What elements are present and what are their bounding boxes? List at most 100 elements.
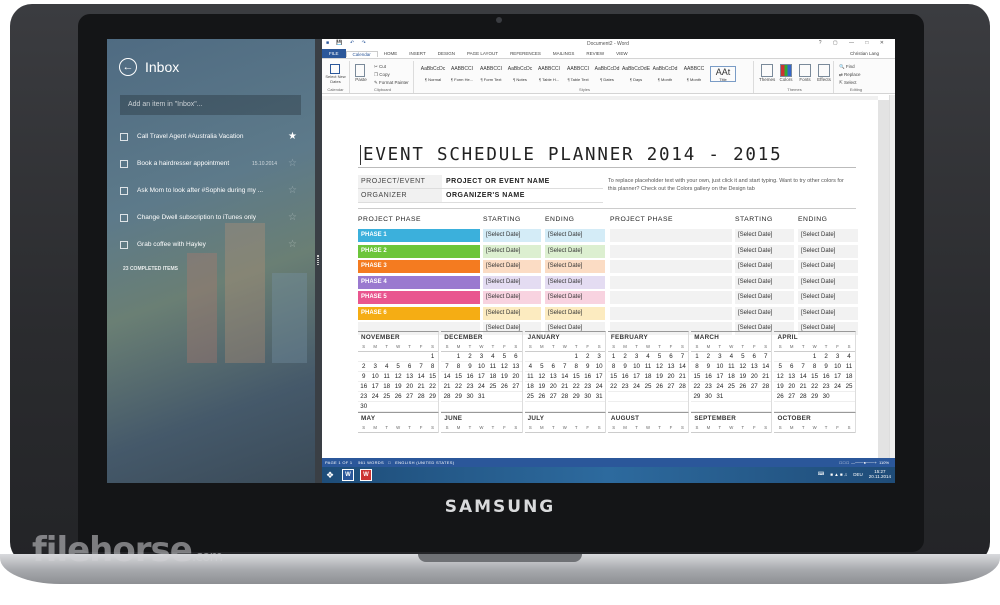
- phase-name[interactable]: PHASE 1: [358, 229, 480, 243]
- day-cell[interactable]: 12: [774, 372, 785, 381]
- list-item[interactable]: Ask Mom to look after #Sophie during my …: [120, 177, 301, 204]
- style-item[interactable]: AaBbCcDd ¶ Dates: [594, 66, 620, 82]
- day-cell[interactable]: 21: [760, 372, 771, 381]
- end-date-field[interactable]: [Select Date]: [798, 244, 858, 258]
- wunderlist-taskbar-icon[interactable]: W: [360, 469, 372, 481]
- style-item[interactable]: AABBCC ¶ Month: [681, 66, 707, 82]
- day-cell[interactable]: 26: [774, 392, 785, 401]
- day-cell[interactable]: 30: [464, 392, 475, 401]
- day-cell[interactable]: 8: [570, 362, 581, 371]
- day-cell[interactable]: [392, 402, 403, 411]
- day-cell[interactable]: 27: [404, 392, 415, 401]
- day-cell[interactable]: 13: [548, 372, 559, 381]
- day-cell[interactable]: [631, 402, 642, 411]
- word-count[interactable]: 561 WORDS: [358, 460, 384, 465]
- day-cell[interactable]: [642, 402, 653, 411]
- day-cell[interactable]: 17: [593, 372, 604, 381]
- day-cell[interactable]: 28: [441, 392, 452, 401]
- day-cell[interactable]: 24: [369, 392, 380, 401]
- day-cell[interactable]: [619, 392, 630, 401]
- day-cell[interactable]: [593, 402, 604, 411]
- day-cell[interactable]: 1: [570, 352, 581, 361]
- day-cell[interactable]: [487, 402, 498, 411]
- day-cell[interactable]: 26: [499, 382, 510, 391]
- day-cell[interactable]: 25: [525, 392, 536, 401]
- day-cell[interactable]: 25: [726, 382, 737, 391]
- tab-review[interactable]: REVIEW: [580, 51, 610, 56]
- day-cell[interactable]: 14: [797, 372, 808, 381]
- day-cell[interactable]: 31: [593, 392, 604, 401]
- day-cell[interactable]: [369, 402, 380, 411]
- end-date-field[interactable]: [Select Date]: [545, 229, 605, 243]
- day-cell[interactable]: [464, 402, 475, 411]
- day-cell[interactable]: 4: [642, 352, 653, 361]
- day-cell[interactable]: 20: [548, 382, 559, 391]
- day-cell[interactable]: 6: [510, 352, 521, 361]
- day-cell[interactable]: 29: [453, 392, 464, 401]
- day-cell[interactable]: [737, 402, 748, 411]
- day-cell[interactable]: [453, 402, 464, 411]
- day-cell[interactable]: 1: [809, 352, 820, 361]
- copy-button[interactable]: ❐ Copy: [374, 71, 409, 79]
- day-cell[interactable]: 14: [441, 372, 452, 381]
- end-date-field[interactable]: [Select Date]: [798, 291, 858, 305]
- day-cell[interactable]: 4: [381, 362, 392, 371]
- day-cell[interactable]: [820, 402, 831, 411]
- day-cell[interactable]: 5: [499, 352, 510, 361]
- day-cell[interactable]: 7: [415, 362, 426, 371]
- day-cell[interactable]: 23: [619, 382, 630, 391]
- day-cell[interactable]: 28: [760, 382, 771, 391]
- day-cell[interactable]: 23: [582, 382, 593, 391]
- themes-button-themes[interactable]: Themes: [759, 64, 775, 82]
- day-cell[interactable]: 22: [809, 382, 820, 391]
- phase-name[interactable]: PHASE 2: [358, 244, 480, 258]
- star-icon[interactable]: ☆: [288, 185, 297, 196]
- checkbox[interactable]: [120, 186, 128, 195]
- end-date-field[interactable]: [Select Date]: [545, 306, 605, 320]
- day-cell[interactable]: 13: [749, 362, 760, 371]
- day-cell[interactable]: [832, 392, 843, 401]
- keyboard-icon[interactable]: ⌨: [818, 471, 825, 477]
- day-cell[interactable]: 7: [797, 362, 808, 371]
- day-cell[interactable]: 17: [369, 382, 380, 391]
- day-cell[interactable]: 8: [453, 362, 464, 371]
- day-cell[interactable]: 25: [642, 382, 653, 391]
- day-cell[interactable]: [726, 402, 737, 411]
- splitter-grip-icon[interactable]: [317, 255, 319, 265]
- day-cell[interactable]: 15: [570, 372, 581, 381]
- day-cell[interactable]: 19: [654, 372, 665, 381]
- day-cell[interactable]: 24: [631, 382, 642, 391]
- day-cell[interactable]: [760, 402, 771, 411]
- day-cell[interactable]: 16: [619, 372, 630, 381]
- day-cell[interactable]: 23: [358, 392, 369, 401]
- day-cell[interactable]: 15: [608, 372, 619, 381]
- style-item[interactable]: AaBbCcDc ¶ Notes: [507, 66, 533, 82]
- day-cell[interactable]: 7: [677, 352, 688, 361]
- day-cell[interactable]: [381, 402, 392, 411]
- end-date-field[interactable]: [Select Date]: [798, 260, 858, 274]
- day-cell[interactable]: [691, 402, 702, 411]
- day-cell[interactable]: 19: [392, 382, 403, 391]
- find-button[interactable]: 🔍 Find: [839, 63, 876, 71]
- day-cell[interactable]: 11: [642, 362, 653, 371]
- split-divider[interactable]: [315, 39, 322, 483]
- day-cell[interactable]: 9: [703, 362, 714, 371]
- day-cell[interactable]: 19: [737, 372, 748, 381]
- list-item[interactable]: Change Dwell subscription to iTunes only…: [120, 204, 301, 231]
- day-cell[interactable]: [487, 392, 498, 401]
- day-cell[interactable]: 10: [714, 362, 725, 371]
- day-cell[interactable]: 28: [415, 392, 426, 401]
- day-cell[interactable]: 21: [677, 372, 688, 381]
- document-heading[interactable]: EVENT SCHEDULE PLANNER 2014 - 2015: [360, 145, 782, 165]
- day-cell[interactable]: 22: [691, 382, 702, 391]
- day-cell[interactable]: [570, 402, 581, 411]
- day-cell[interactable]: [548, 402, 559, 411]
- checkbox[interactable]: [120, 159, 128, 168]
- day-cell[interactable]: [525, 402, 536, 411]
- day-cell[interactable]: [677, 392, 688, 401]
- tab-insert[interactable]: INSERT: [403, 51, 431, 56]
- phase-name[interactable]: [610, 244, 732, 258]
- day-cell[interactable]: 29: [809, 392, 820, 401]
- day-cell[interactable]: 5: [392, 362, 403, 371]
- day-cell[interactable]: [714, 402, 725, 411]
